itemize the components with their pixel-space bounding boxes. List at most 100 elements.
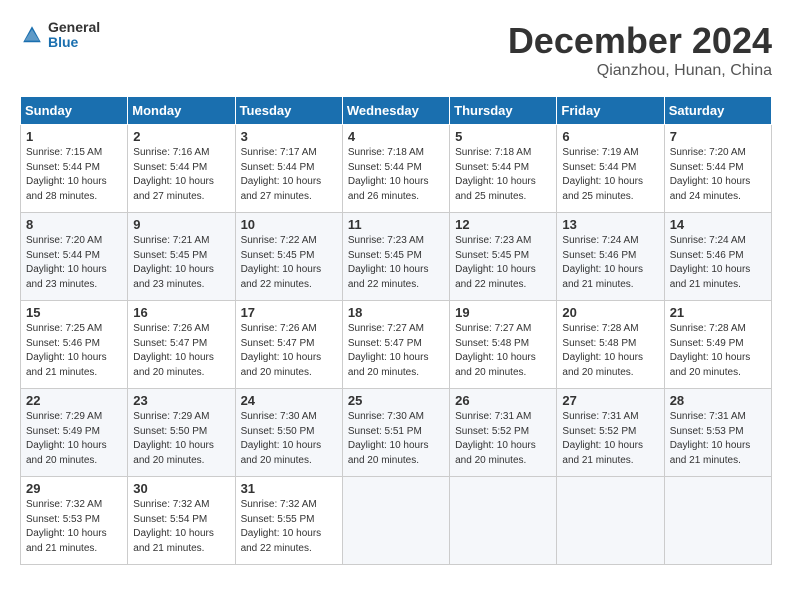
table-row: 24 Sunrise: 7:30 AMSunset: 5:50 PMDayligh… <box>235 389 342 477</box>
day-info: Sunrise: 7:20 AMSunset: 5:44 PMDaylight:… <box>670 146 766 204</box>
day-number: 22 <box>26 393 122 408</box>
header-monday: Monday <box>128 97 235 125</box>
table-row: 3Sunrise: 7:17 AMSunset: 5:44 PMDaylight… <box>235 125 342 213</box>
logo-blue-text: Blue <box>48 35 100 50</box>
logo-general-text: General <box>48 20 100 35</box>
table-row: 6Sunrise: 7:19 AMSunset: 5:44 PMDaylight… <box>557 125 664 213</box>
day-number: 8 <box>26 217 122 232</box>
day-info: Sunrise: 7:32 AMSunset: 5:55 PMDaylight:… <box>241 498 337 556</box>
table-row <box>664 477 771 565</box>
table-row: 7Sunrise: 7:20 AMSunset: 5:44 PMDaylight… <box>664 125 771 213</box>
day-number: 15 <box>26 305 122 320</box>
day-info: Sunrise: 7:25 AMSunset: 5:46 PMDaylight:… <box>26 322 122 380</box>
table-row: 25 Sunrise: 7:30 AMSunset: 5:51 PMDayligh… <box>342 389 449 477</box>
header-sunday: Sunday <box>21 97 128 125</box>
day-info: Sunrise: 7:19 AMSunset: 5:44 PMDaylight:… <box>562 146 658 204</box>
table-row <box>557 477 664 565</box>
day-info: Sunrise: 7:27 AMSunset: 5:47 PMDaylight:… <box>348 322 444 380</box>
header-thursday: Thursday <box>450 97 557 125</box>
day-info: Sunrise: 7:27 AMSunset: 5:48 PMDaylight:… <box>455 322 551 380</box>
day-number: 5 <box>455 129 551 144</box>
table-row: 31 Sunrise: 7:32 AMSunset: 5:55 PMDayligh… <box>235 477 342 565</box>
table-row: 2Sunrise: 7:16 AMSunset: 5:44 PMDaylight… <box>128 125 235 213</box>
table-row: 12Sunrise: 7:23 AMSunset: 5:45 PMDayligh… <box>450 213 557 301</box>
day-number: 10 <box>241 217 337 232</box>
calendar-week-row: 22Sunrise: 7:29 AMSunset: 5:49 PMDayligh… <box>21 389 772 477</box>
logo-icon <box>20 23 44 47</box>
location-title: Qianzhou, Hunan, China <box>508 62 772 80</box>
day-info: Sunrise: 7:31 AMSunset: 5:53 PMDaylight:… <box>670 410 766 468</box>
day-info: Sunrise: 7:26 AMSunset: 5:47 PMDaylight:… <box>133 322 229 380</box>
table-row: 29 Sunrise: 7:32 AMSunset: 5:53 PMDayligh… <box>21 477 128 565</box>
day-info: Sunrise: 7:31 AMSunset: 5:52 PMDaylight:… <box>562 410 658 468</box>
day-number: 9 <box>133 217 229 232</box>
day-info: Sunrise: 7:28 AMSunset: 5:48 PMDaylight:… <box>562 322 658 380</box>
day-number: 31 <box>241 481 337 496</box>
table-row: 28 Sunrise: 7:31 AMSunset: 5:53 PMDayligh… <box>664 389 771 477</box>
day-info: Sunrise: 7:30 AMSunset: 5:50 PMDaylight:… <box>241 410 337 468</box>
table-row: 10 Sunrise: 7:22 AMSunset: 5:45 PMDayligh… <box>235 213 342 301</box>
day-number: 20 <box>562 305 658 320</box>
table-row: 30 Sunrise: 7:32 AMSunset: 5:54 PMDayligh… <box>128 477 235 565</box>
table-row: 19 Sunrise: 7:27 AMSunset: 5:48 PMDayligh… <box>450 301 557 389</box>
day-number: 21 <box>670 305 766 320</box>
day-number: 2 <box>133 129 229 144</box>
day-info: Sunrise: 7:29 AMSunset: 5:50 PMDaylight:… <box>133 410 229 468</box>
day-info: Sunrise: 7:31 AMSunset: 5:52 PMDaylight:… <box>455 410 551 468</box>
calendar-week-row: 1 Sunrise: 7:15 AMSunset: 5:44 PMDaylight… <box>21 125 772 213</box>
header-wednesday: Wednesday <box>342 97 449 125</box>
title-area: December 2024 Qianzhou, Hunan, China <box>508 20 772 80</box>
day-number: 19 <box>455 305 551 320</box>
day-info: Sunrise: 7:15 AMSunset: 5:44 PMDaylight:… <box>26 146 122 204</box>
header-tuesday: Tuesday <box>235 97 342 125</box>
table-row: 18Sunrise: 7:27 AMSunset: 5:47 PMDayligh… <box>342 301 449 389</box>
table-row: 20 Sunrise: 7:28 AMSunset: 5:48 PMDayligh… <box>557 301 664 389</box>
day-info: Sunrise: 7:23 AMSunset: 5:45 PMDaylight:… <box>348 234 444 292</box>
table-row: 27 Sunrise: 7:31 AMSunset: 5:52 PMDayligh… <box>557 389 664 477</box>
calendar-header-row: Sunday Monday Tuesday Wednesday Thursday… <box>21 97 772 125</box>
day-info: Sunrise: 7:18 AMSunset: 5:44 PMDaylight:… <box>348 146 444 204</box>
day-info: Sunrise: 7:32 AMSunset: 5:54 PMDaylight:… <box>133 498 229 556</box>
day-number: 23 <box>133 393 229 408</box>
table-row: 11Sunrise: 7:23 AMSunset: 5:45 PMDayligh… <box>342 213 449 301</box>
day-number: 1 <box>26 129 122 144</box>
day-number: 14 <box>670 217 766 232</box>
table-row: 16 Sunrise: 7:26 AMSunset: 5:47 PMDayligh… <box>128 301 235 389</box>
page-header: General Blue December 2024 Qianzhou, Hun… <box>20 20 772 80</box>
logo: General Blue <box>20 20 100 51</box>
calendar-week-row: 29 Sunrise: 7:32 AMSunset: 5:53 PMDayligh… <box>21 477 772 565</box>
day-number: 27 <box>562 393 658 408</box>
calendar-week-row: 15 Sunrise: 7:25 AMSunset: 5:46 PMDayligh… <box>21 301 772 389</box>
day-number: 30 <box>133 481 229 496</box>
day-info: Sunrise: 7:22 AMSunset: 5:45 PMDaylight:… <box>241 234 337 292</box>
header-friday: Friday <box>557 97 664 125</box>
day-info: Sunrise: 7:28 AMSunset: 5:49 PMDaylight:… <box>670 322 766 380</box>
day-info: Sunrise: 7:17 AMSunset: 5:44 PMDaylight:… <box>241 146 337 204</box>
table-row: 21 Sunrise: 7:28 AMSunset: 5:49 PMDayligh… <box>664 301 771 389</box>
table-row: 26Sunrise: 7:31 AMSunset: 5:52 PMDayligh… <box>450 389 557 477</box>
day-info: Sunrise: 7:30 AMSunset: 5:51 PMDaylight:… <box>348 410 444 468</box>
table-row: 9 Sunrise: 7:21 AMSunset: 5:45 PMDaylight… <box>128 213 235 301</box>
calendar-table: Sunday Monday Tuesday Wednesday Thursday… <box>20 96 772 565</box>
table-row <box>342 477 449 565</box>
table-row: 23 Sunrise: 7:29 AMSunset: 5:50 PMDayligh… <box>128 389 235 477</box>
table-row: 4Sunrise: 7:18 AMSunset: 5:44 PMDaylight… <box>342 125 449 213</box>
table-row: 1 Sunrise: 7:15 AMSunset: 5:44 PMDaylight… <box>21 125 128 213</box>
table-row: 15 Sunrise: 7:25 AMSunset: 5:46 PMDayligh… <box>21 301 128 389</box>
table-row: 14 Sunrise: 7:24 AMSunset: 5:46 PMDayligh… <box>664 213 771 301</box>
calendar-week-row: 8 Sunrise: 7:20 AMSunset: 5:44 PMDaylight… <box>21 213 772 301</box>
day-info: Sunrise: 7:32 AMSunset: 5:53 PMDaylight:… <box>26 498 122 556</box>
day-number: 29 <box>26 481 122 496</box>
day-info: Sunrise: 7:20 AMSunset: 5:44 PMDaylight:… <box>26 234 122 292</box>
day-info: Sunrise: 7:23 AMSunset: 5:45 PMDaylight:… <box>455 234 551 292</box>
day-number: 24 <box>241 393 337 408</box>
day-info: Sunrise: 7:21 AMSunset: 5:45 PMDaylight:… <box>133 234 229 292</box>
month-title: December 2024 <box>508 20 772 62</box>
day-info: Sunrise: 7:18 AMSunset: 5:44 PMDaylight:… <box>455 146 551 204</box>
day-number: 28 <box>670 393 766 408</box>
day-number: 16 <box>133 305 229 320</box>
day-number: 25 <box>348 393 444 408</box>
day-info: Sunrise: 7:24 AMSunset: 5:46 PMDaylight:… <box>670 234 766 292</box>
day-info: Sunrise: 7:24 AMSunset: 5:46 PMDaylight:… <box>562 234 658 292</box>
table-row: 17Sunrise: 7:26 AMSunset: 5:47 PMDayligh… <box>235 301 342 389</box>
